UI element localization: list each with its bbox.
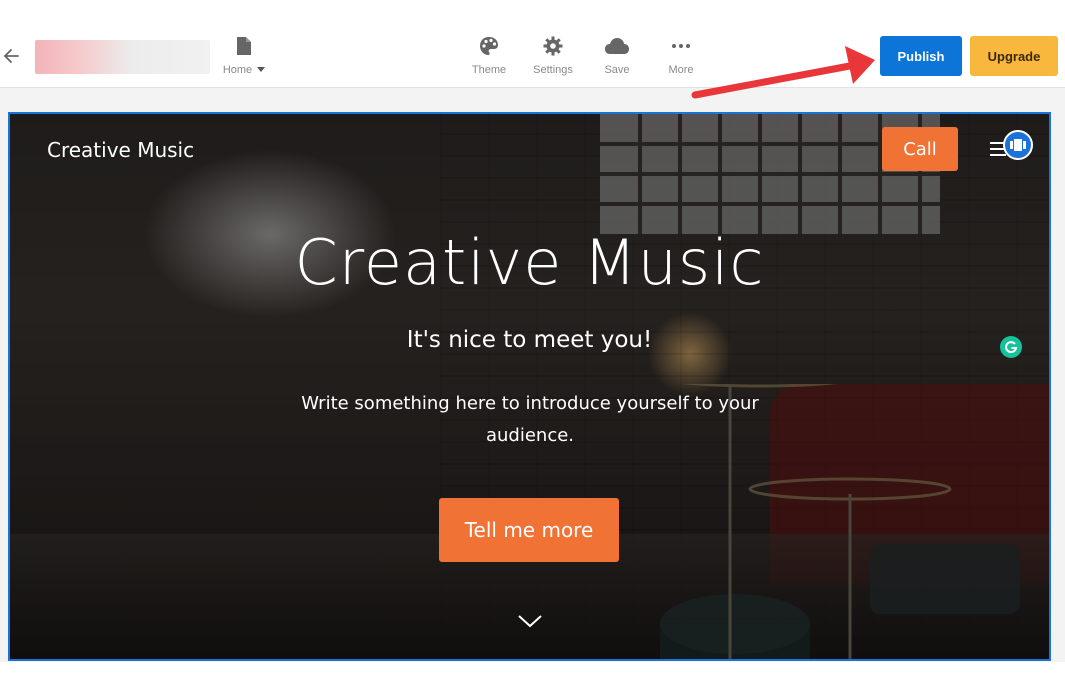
gear-icon bbox=[523, 34, 583, 58]
cloud-icon bbox=[587, 34, 647, 58]
settings-button[interactable]: Settings bbox=[523, 34, 583, 76]
hero-intro-text[interactable]: Write something here to introduce yourse… bbox=[290, 388, 770, 452]
more-button[interactable]: More bbox=[651, 34, 711, 76]
caret-down-icon bbox=[257, 67, 266, 72]
more-label: More bbox=[668, 64, 694, 76]
settings-label: Settings bbox=[533, 64, 573, 76]
section-edit-icon[interactable] bbox=[1003, 130, 1033, 160]
site-brand[interactable]: Creative Music bbox=[47, 138, 194, 162]
chevron-down-icon[interactable] bbox=[517, 614, 543, 628]
call-button[interactable]: Call bbox=[882, 127, 958, 171]
dots-icon bbox=[651, 34, 711, 58]
save-label: Save bbox=[604, 64, 630, 76]
hero-title[interactable]: Creative Music bbox=[10, 226, 1049, 299]
upgrade-button[interactable]: Upgrade bbox=[970, 36, 1058, 76]
publish-button[interactable]: Publish bbox=[880, 36, 962, 76]
page-icon bbox=[214, 34, 274, 58]
editor-toolbar: Home Theme Settings Save More Publish Up… bbox=[0, 28, 1065, 88]
site-thumbnail[interactable] bbox=[35, 40, 210, 74]
back-arrow-icon[interactable] bbox=[2, 46, 22, 66]
home-page-selector[interactable]: Home bbox=[214, 34, 274, 76]
home-label: Home bbox=[222, 64, 253, 76]
theme-label: Theme bbox=[471, 64, 507, 76]
bottom-strip bbox=[0, 662, 1065, 692]
tell-me-more-button[interactable]: Tell me more bbox=[439, 498, 619, 562]
palette-icon bbox=[459, 34, 519, 58]
save-button[interactable]: Save bbox=[587, 34, 647, 76]
theme-button[interactable]: Theme bbox=[459, 34, 519, 76]
hero-subtitle[interactable]: It's nice to meet you! bbox=[10, 327, 1049, 353]
background-overlay bbox=[10, 114, 1049, 659]
site-preview-canvas[interactable]: Creative Music Call Creative Music It's … bbox=[8, 112, 1051, 661]
